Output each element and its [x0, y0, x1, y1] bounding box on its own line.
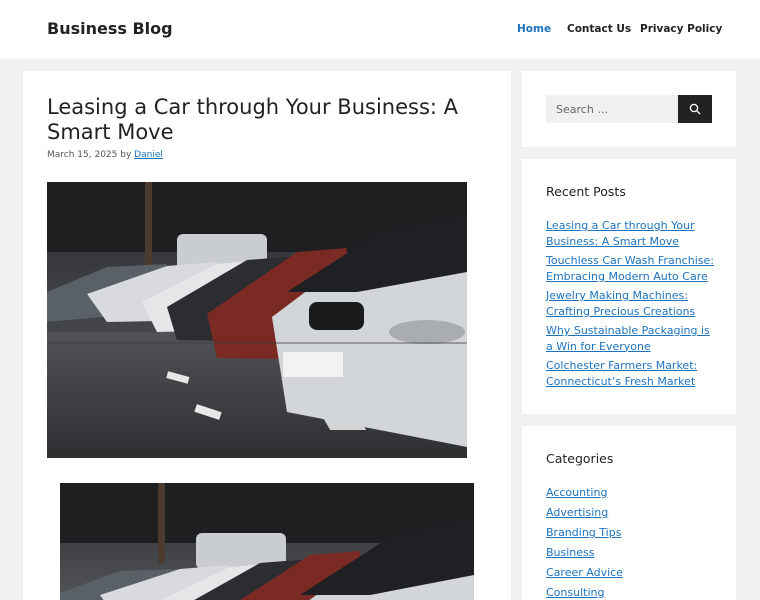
list-item: Consulting	[546, 585, 716, 600]
post-title: Leasing a Car through Your Business: A S…	[47, 95, 459, 144]
list-item: Branding Tips	[546, 525, 716, 541]
list-item: Accounting	[546, 485, 716, 501]
nav-contact-us[interactable]: Contact Us	[567, 23, 631, 35]
category-link[interactable]: Business	[546, 545, 716, 561]
categories-title: Categories	[546, 451, 614, 466]
category-link[interactable]: Accounting	[546, 485, 716, 501]
list-item: Career Advice	[546, 565, 716, 581]
list-item: Colchester Farmers Market: Connecticut’s…	[546, 358, 716, 389]
list-item: Advertising	[546, 505, 716, 521]
site-title[interactable]: Business Blog	[47, 19, 173, 38]
search-widget	[522, 71, 736, 147]
post-meta: March 15, 2025 by Daniel	[47, 150, 163, 160]
category-link[interactable]: Branding Tips	[546, 525, 716, 541]
categories-list: Accounting Advertising Branding Tips Bus…	[546, 485, 716, 600]
site-header: Business Blog Home Contact Us Privacy Po…	[0, 0, 760, 59]
recent-posts-list: Leasing a Car through Your Business: A S…	[546, 218, 716, 393]
article-card: Leasing a Car through Your Business: A S…	[23, 71, 511, 600]
nav-home[interactable]: Home	[517, 23, 551, 35]
search-button[interactable]	[678, 95, 712, 123]
recent-post-link[interactable]: Touchless Car Wash Franchise: Embracing …	[546, 253, 716, 284]
list-item: Jewelry Making Machines: Crafting Precio…	[546, 288, 716, 319]
category-link[interactable]: Consulting	[546, 585, 716, 600]
category-link[interactable]: Career Advice	[546, 565, 716, 581]
list-item: Touchless Car Wash Franchise: Embracing …	[546, 253, 716, 284]
list-item: Leasing a Car through Your Business: A S…	[546, 218, 716, 249]
list-item: Business	[546, 545, 716, 561]
recent-post-link[interactable]: Why Sustainable Packaging is a Win for E…	[546, 323, 716, 354]
recent-post-link[interactable]: Leasing a Car through Your Business: A S…	[546, 218, 716, 249]
nav-privacy-policy[interactable]: Privacy Policy	[640, 23, 722, 35]
search-input[interactable]	[546, 95, 678, 123]
content-image	[60, 483, 474, 600]
recent-posts-widget: Recent Posts Leasing a Car through Your …	[522, 159, 736, 414]
post-date: March 15, 2025	[47, 150, 118, 160]
recent-post-link[interactable]: Colchester Farmers Market: Connecticut’s…	[546, 358, 716, 389]
recent-post-link[interactable]: Jewelry Making Machines: Crafting Precio…	[546, 288, 716, 319]
search-icon	[689, 103, 701, 115]
post-by: by	[120, 150, 132, 160]
post-author-link[interactable]: Daniel	[134, 150, 163, 160]
category-link[interactable]: Advertising	[546, 505, 716, 521]
list-item: Why Sustainable Packaging is a Win for E…	[546, 323, 716, 354]
categories-widget: Categories Accounting Advertising Brandi…	[522, 426, 736, 600]
recent-posts-title: Recent Posts	[546, 184, 626, 199]
featured-image	[47, 182, 467, 458]
